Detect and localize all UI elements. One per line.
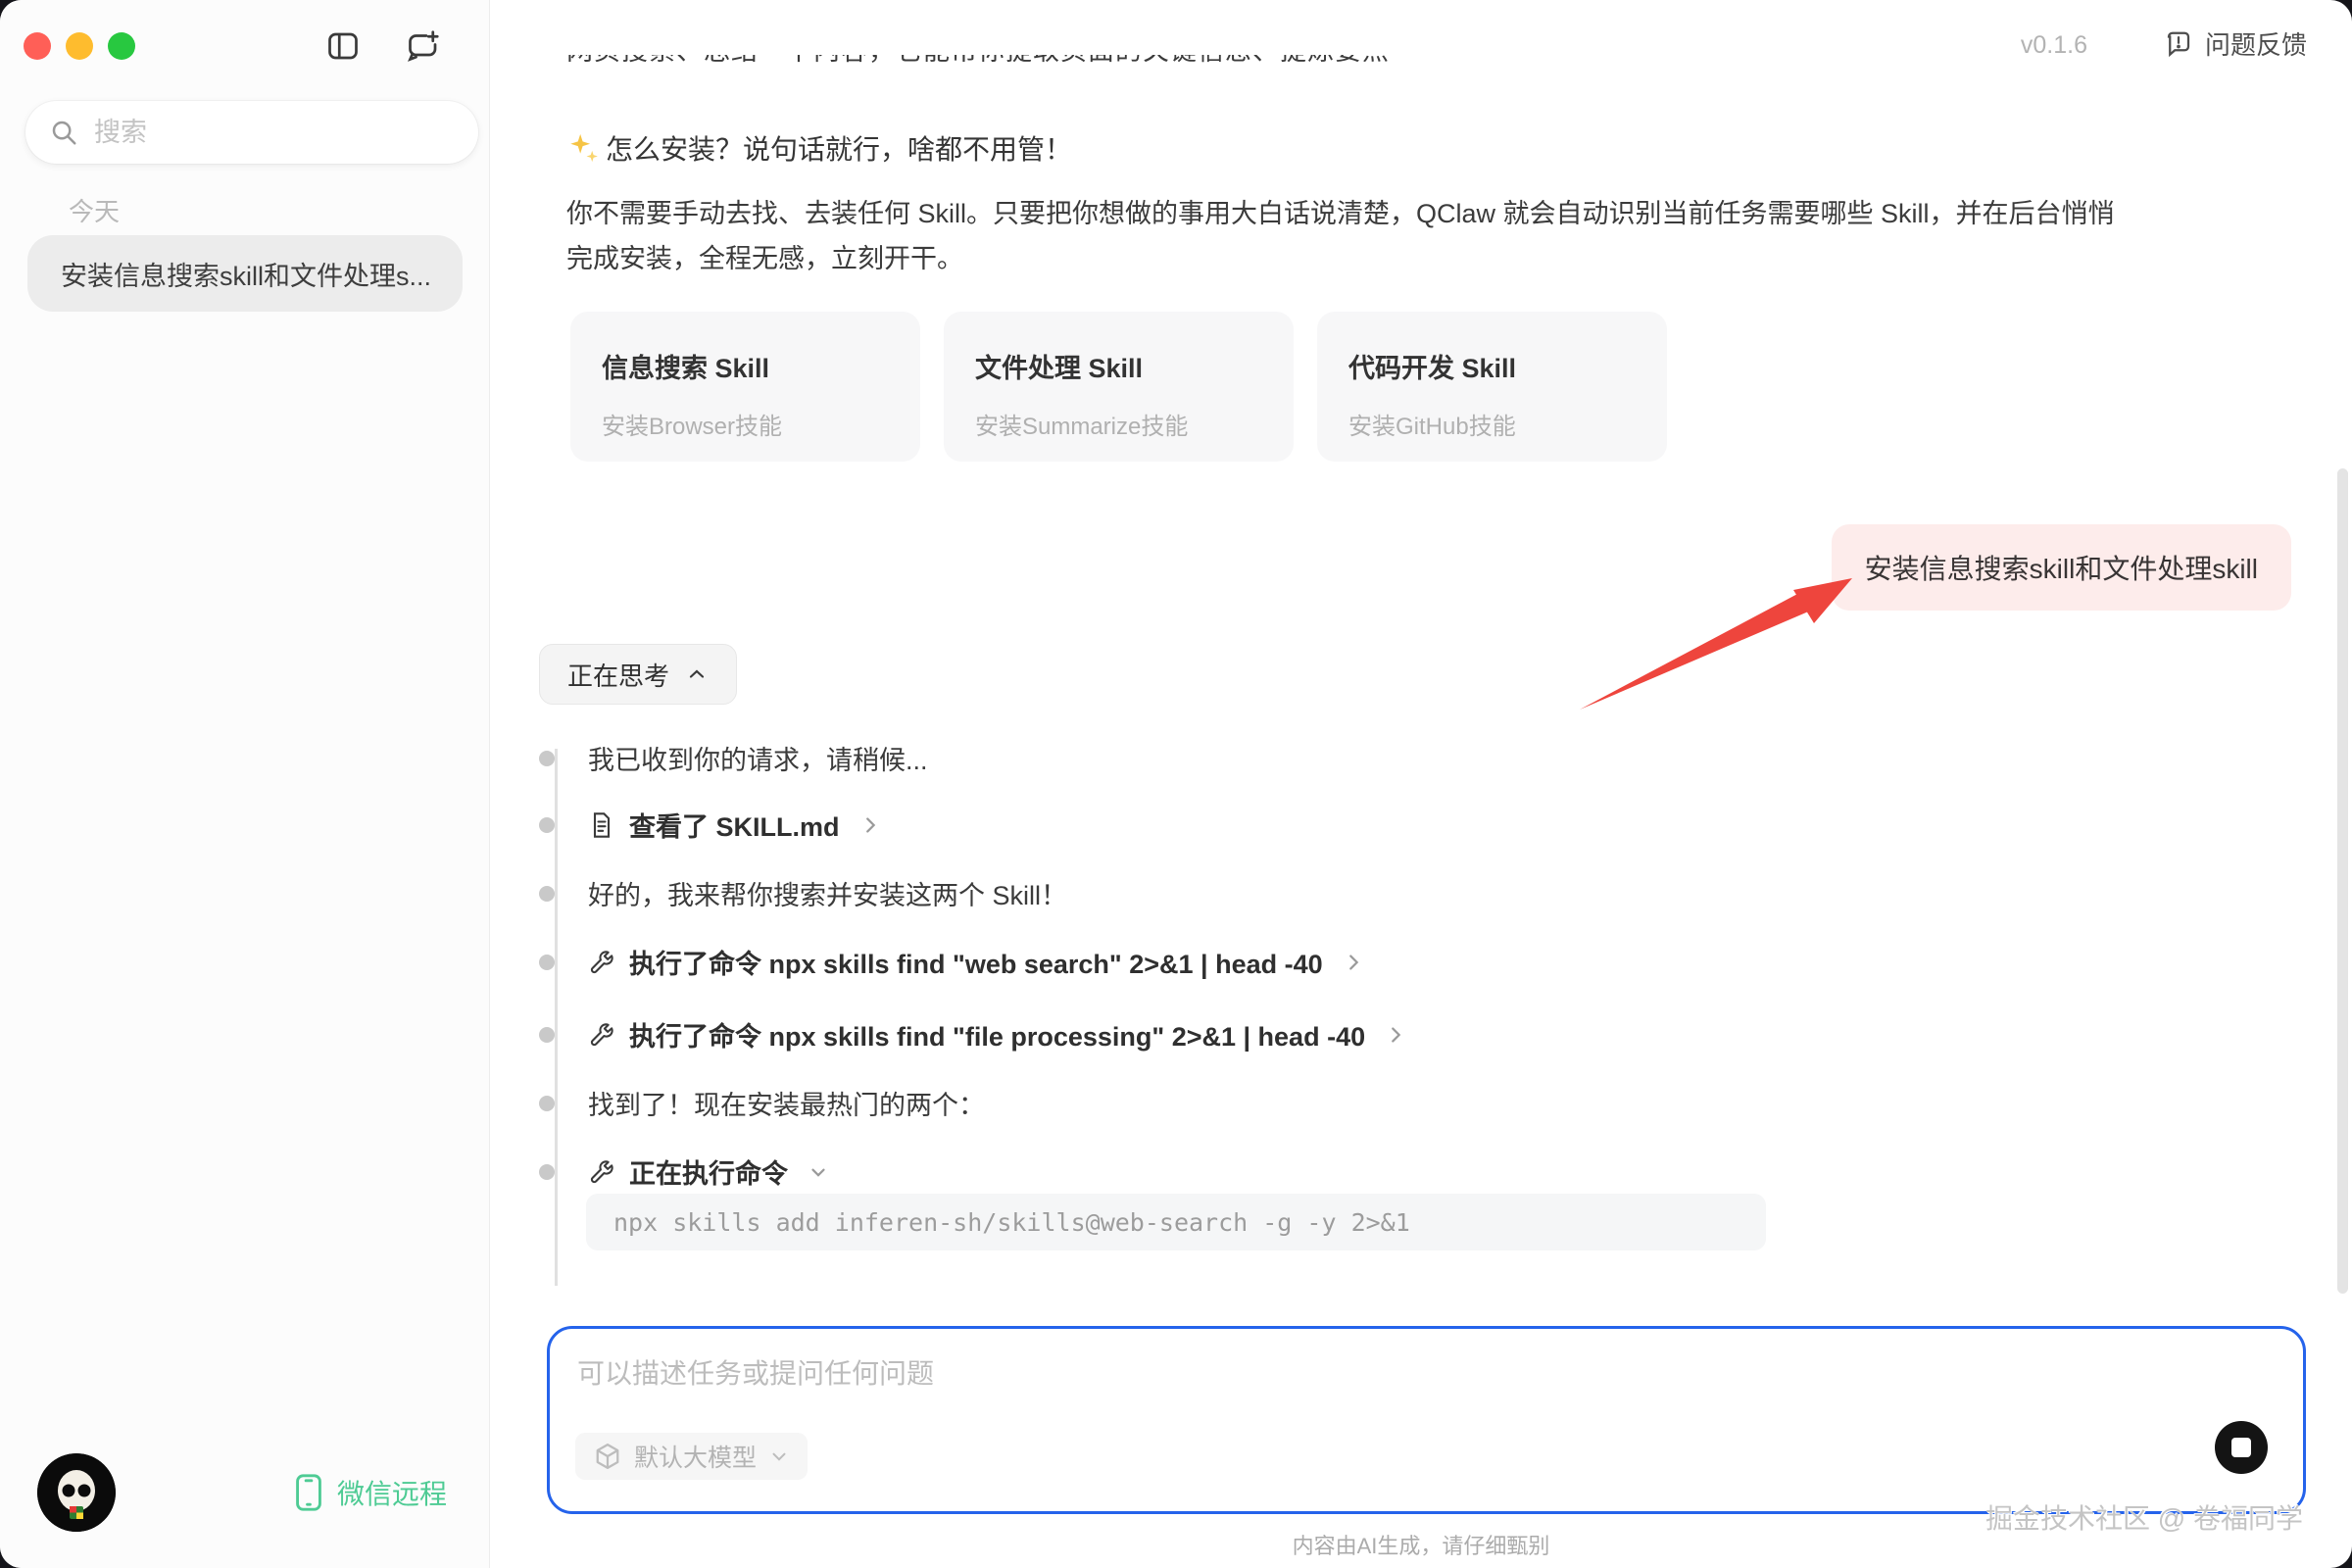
wrench-icon — [588, 1021, 615, 1049]
timeline-dot — [539, 1096, 555, 1111]
feedback-icon — [2164, 29, 2193, 59]
timeline-item: 正在执行命令 — [539, 1152, 829, 1191]
wechat-remote-button[interactable]: 微信远程 — [294, 1473, 447, 1512]
skill-card-file-processing[interactable]: 文件处理 Skill 安装Summarize技能 — [944, 312, 1294, 462]
skill-card-code-dev[interactable]: 代码开发 Skill 安装GitHub技能 — [1317, 312, 1667, 462]
window-controls — [24, 32, 135, 60]
document-icon — [588, 811, 615, 839]
stop-generation-button[interactable] — [2215, 1421, 2268, 1474]
timeline-item: 查看了 SKILL.md — [539, 806, 881, 844]
conversation-title: 安装信息搜索skill和文件处理s... — [61, 255, 431, 293]
timeline-item: 执行了命令 npx skills find "file processing" … — [539, 1015, 1406, 1054]
conversation-item[interactable]: 安装信息搜索skill和文件处理s... — [27, 235, 463, 312]
search-input[interactable] — [94, 118, 455, 148]
main-header: v0.1.6 问题反馈 — [490, 0, 2352, 94]
timeline-item: 执行了命令 npx skills find "web search" 2>&1 … — [539, 943, 1364, 981]
timeline-dot — [539, 886, 555, 902]
user-message-bubble: 安装信息搜索skill和文件处理skill — [1832, 524, 2291, 611]
command-code-block: npx skills add inferen-sh/skills@web-sea… — [586, 1194, 1766, 1250]
command-web-search-action[interactable]: 执行了命令 npx skills find "web search" 2>&1 … — [588, 943, 1364, 981]
close-window-button[interactable] — [24, 32, 51, 60]
timeline-dot — [539, 1164, 555, 1180]
timeline-item: 好的，我来帮你搜索并安装这两个 Skill！ — [539, 874, 1067, 912]
zoom-window-button[interactable] — [108, 32, 135, 60]
chevron-right-icon — [1343, 952, 1364, 973]
timeline-item: 找到了！现在安装最热门的两个： — [539, 1084, 985, 1122]
chevron-up-icon — [685, 662, 709, 686]
timeline-dot — [539, 751, 555, 766]
section-heading: 怎么安装？说句话就行，啥都不用管！ — [566, 128, 1072, 168]
search-icon — [49, 118, 78, 147]
feedback-button[interactable]: 问题反馈 — [2164, 25, 2307, 62]
user-avatar[interactable] — [37, 1453, 116, 1532]
skill-cards: 信息搜索 Skill 安装Browser技能 文件处理 Skill 安装Summ… — [570, 312, 1667, 462]
command-file-processing-action[interactable]: 执行了命令 npx skills find "file processing" … — [588, 1015, 1406, 1054]
watermark: 掘金技术社区 @ 卷福同学 — [1985, 1497, 2303, 1537]
chevron-right-icon — [859, 814, 881, 836]
history-section-label: 今天 — [69, 192, 120, 228]
clipped-scrolled-line: 网页搜索、总结一下内容，它能帮你提取页面的关键信息、提炼要点 — [566, 55, 2036, 76]
model-selector[interactable]: 默认大模型 — [575, 1433, 808, 1480]
timeline-dot — [539, 817, 555, 833]
sidebar: 今天 安装信息搜索skill和文件处理s... 微信远程 — [0, 0, 490, 1568]
message-input[interactable] — [577, 1352, 2096, 1421]
scrollbar-thumb[interactable] — [2337, 468, 2348, 1294]
intro-paragraph: 你不需要手动去找、去装任何 Skill。只要把你想做的事用大白话说清楚，QCla… — [566, 191, 2134, 281]
skill-card-info-search[interactable]: 信息搜索 Skill 安装Browser技能 — [570, 312, 920, 462]
model-selector-label: 默认大模型 — [634, 1439, 757, 1474]
new-chat-icon[interactable] — [405, 27, 442, 65]
feedback-label: 问题反馈 — [2205, 25, 2307, 62]
phone-icon — [294, 1473, 323, 1512]
view-skill-md-action[interactable]: 查看了 SKILL.md — [588, 806, 881, 844]
running-command-toggle[interactable]: 正在执行命令 — [588, 1152, 829, 1191]
app-window: 今天 安装信息搜索skill和文件处理s... 微信远程 v0.1.6 — [0, 0, 2352, 1568]
annotation-arrow — [1566, 566, 1870, 723]
stop-icon — [2231, 1438, 2251, 1457]
model-cube-icon — [593, 1442, 622, 1471]
wechat-remote-label: 微信远程 — [337, 1473, 447, 1512]
composer: 默认大模型 — [547, 1326, 2306, 1514]
wrench-icon — [588, 1158, 615, 1186]
sparkles-icon — [566, 131, 600, 165]
timeline-dot — [539, 1027, 555, 1043]
timeline-item: 我已收到你的请求，请稍候... — [539, 739, 928, 777]
thinking-toggle[interactable]: 正在思考 — [539, 644, 737, 705]
wrench-icon — [588, 949, 615, 976]
minimize-window-button[interactable] — [66, 32, 93, 60]
timeline-dot — [539, 955, 555, 970]
chevron-down-icon — [768, 1446, 790, 1467]
chevron-down-icon — [808, 1161, 829, 1183]
chevron-right-icon — [1385, 1024, 1406, 1046]
toggle-sidebar-icon[interactable] — [324, 27, 362, 65]
search-box — [25, 101, 478, 164]
